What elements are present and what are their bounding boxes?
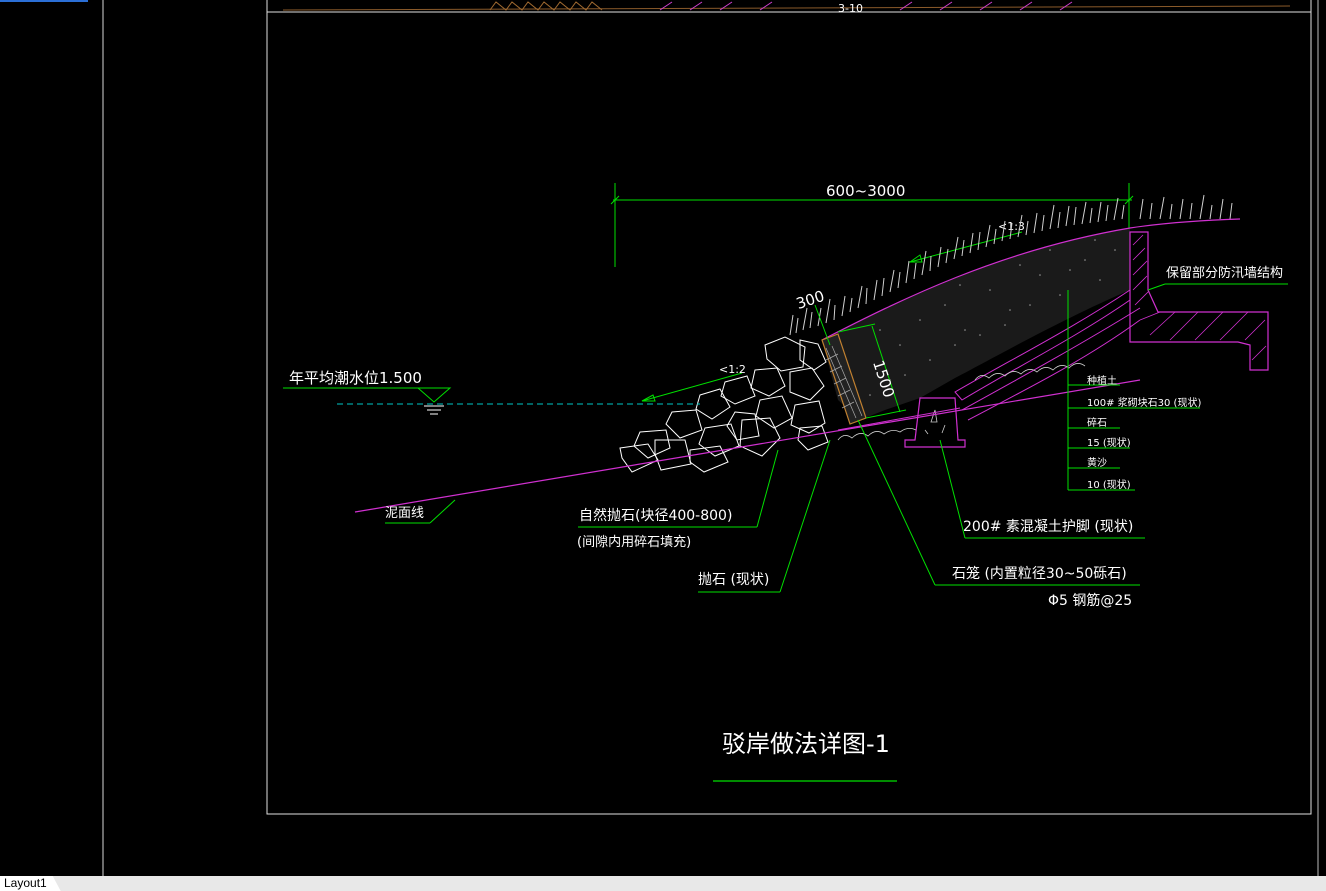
natural-stone-label-group: 自然抛石(块径400-800) (间隙内用碎石填充) xyxy=(577,449,779,550)
layer-label-2: 碎石 xyxy=(1087,416,1107,429)
dim-top-text: 600~3000 xyxy=(826,182,905,200)
concrete-toe xyxy=(904,397,966,448)
layout-tab-bar xyxy=(0,876,1326,891)
clipped-upper-drawing: 3-10 xyxy=(282,1,1291,15)
svg-text:200# 素混凝土护脚 (现状): 200# 素混凝土护脚 (现状) xyxy=(963,519,1133,535)
cad-drawing-canvas[interactable]: 3-10 600~3000 <1:3 <1:2 300 1500 年平均潮水位1… xyxy=(0,0,1326,891)
svg-text:自然抛石(块径400-800): 自然抛石(块径400-800) xyxy=(579,507,732,524)
layer-label-1: 100# 浆砌块石30 (现状) xyxy=(1087,396,1201,409)
top-cut-label: 3-10 xyxy=(838,2,863,15)
existing-riprap-texture xyxy=(837,428,917,441)
drawing-title-group: 驳岸做法详图-1 xyxy=(713,730,897,782)
svg-text:抛石 (现状): 抛石 (现状) xyxy=(698,572,769,588)
svg-text:(间隙内用碎石填充): (间隙内用碎石填充) xyxy=(577,534,691,550)
retained-flood-wall xyxy=(1129,231,1269,371)
water-level-marker: 年平均潮水位1.500 xyxy=(283,369,700,415)
svg-text:300: 300 xyxy=(794,287,827,313)
mud-line xyxy=(354,379,1141,513)
tab-layout1[interactable]: Layout1 xyxy=(0,876,61,891)
layer-label-4: 黄沙 xyxy=(1087,456,1107,469)
svg-text:<1:2: <1:2 xyxy=(719,363,746,376)
slope-1-2-label: <1:2 xyxy=(641,363,746,402)
layer-label-3: 15 (现状) xyxy=(1087,436,1131,449)
layer-label-5: 10 (现状) xyxy=(1087,478,1131,491)
svg-text:泥面线: 泥面线 xyxy=(385,506,424,521)
mud-line-label-group: 泥面线 xyxy=(385,499,456,524)
drawing-title: 驳岸做法详图-1 xyxy=(722,730,890,758)
water-level-label: 年平均潮水位1.500 xyxy=(289,369,422,387)
layer-labels: 种植土 100# 浆砌块石30 (现状) 碎石 15 (现状) 黄沙 10 (现… xyxy=(1087,374,1201,491)
paper-frame xyxy=(266,11,1312,815)
layer-label-0: 种植土 xyxy=(1087,374,1117,387)
svg-text:Φ5 钢筋@25: Φ5 钢筋@25 xyxy=(1048,592,1132,609)
slope-1-3-label: <1:3 xyxy=(908,220,1025,263)
retained-wall-label-group: 保留部分防汛墙结构 xyxy=(1147,265,1288,291)
svg-text:保留部分防汛墙结构: 保留部分防汛墙结构 xyxy=(1166,265,1283,281)
svg-text:石笼 (内置粒径30~50砾石): 石笼 (内置粒径30~50砾石) xyxy=(952,565,1127,582)
